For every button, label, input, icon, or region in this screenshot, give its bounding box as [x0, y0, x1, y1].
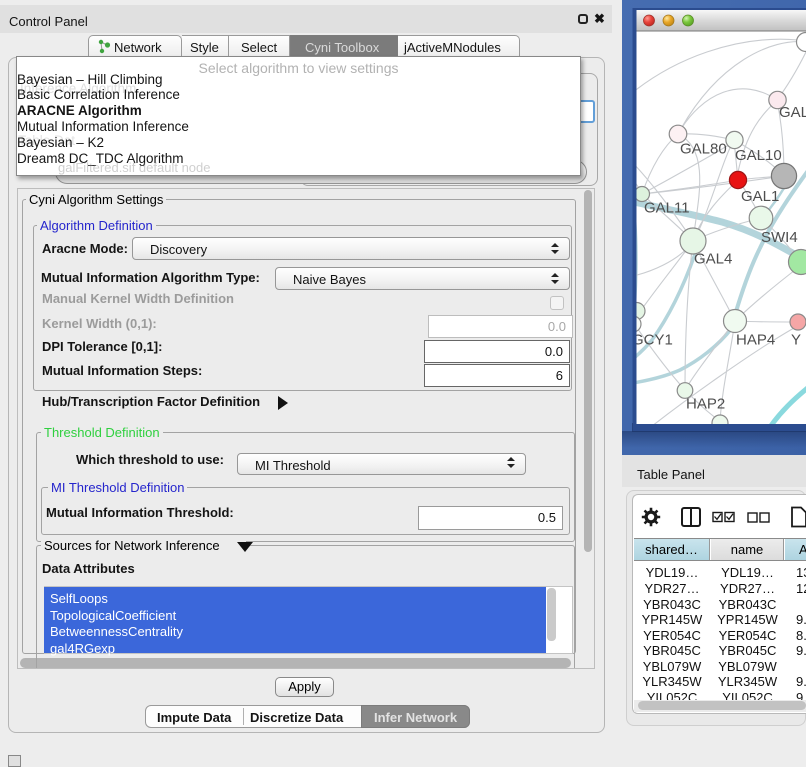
svg-text:GAL10: GAL10 — [735, 147, 782, 164]
svg-text:SWI4: SWI4 — [761, 229, 798, 246]
svg-text:HAP2: HAP2 — [686, 396, 725, 413]
svg-text:GAL4: GAL4 — [694, 251, 732, 268]
svg-text:GAL1: GAL1 — [741, 188, 779, 205]
svg-text:GCY1: GCY1 — [632, 332, 673, 349]
svg-text:GAL11: GAL11 — [644, 200, 690, 217]
svg-text:Y: Y — [791, 332, 801, 349]
svg-text:HAP4: HAP4 — [736, 332, 775, 349]
svg-text:GAL2: GAL2 — [779, 104, 806, 121]
svg-text:GAL80: GAL80 — [680, 141, 727, 158]
